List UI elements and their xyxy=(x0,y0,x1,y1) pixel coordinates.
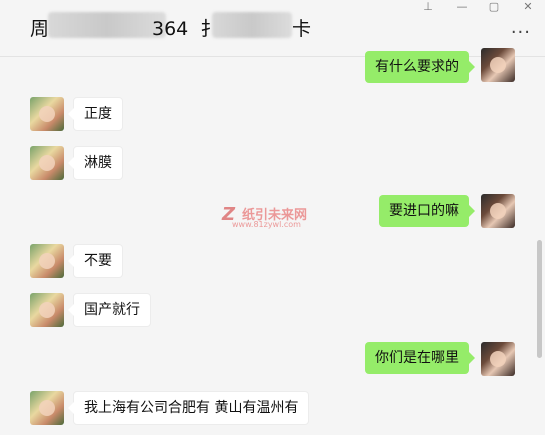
avatar[interactable] xyxy=(481,194,515,228)
watermark-url: www.81zywl.com xyxy=(232,220,301,229)
chat-title-part-2: 364 扌 xyxy=(152,18,220,40)
more-icon[interactable]: ··· xyxy=(511,22,531,43)
message-bubble-outgoing[interactable]: 有什么要求的 xyxy=(365,51,475,83)
message-bubble-incoming[interactable]: 不要 xyxy=(68,244,123,278)
chat-header: 周 364 扌 卡 ⊥ — ▢ ✕ ··· xyxy=(0,0,545,57)
close-icon[interactable]: ✕ xyxy=(518,0,538,13)
message-bubble-incoming[interactable]: 淋膜 xyxy=(68,146,123,180)
chat-title-part-1: 周 xyxy=(30,18,50,40)
chat-title-part-3: 卡 xyxy=(292,18,312,40)
avatar[interactable] xyxy=(30,293,64,327)
message-bubble-incoming[interactable]: 我上海有公司合肥有 黄山有温州有 xyxy=(67,391,310,425)
message-bubble-incoming[interactable]: 正度 xyxy=(68,97,123,131)
avatar[interactable] xyxy=(30,146,64,180)
minimize-icon[interactable]: — xyxy=(452,0,472,13)
redacted-name-block xyxy=(212,12,292,38)
scrollbar[interactable] xyxy=(537,240,542,358)
avatar[interactable] xyxy=(481,342,515,376)
avatar[interactable] xyxy=(481,48,515,82)
avatar[interactable] xyxy=(30,391,64,425)
pin-icon[interactable]: ⊥ xyxy=(418,0,438,13)
message-bubble-incoming[interactable]: 国产就行 xyxy=(68,293,151,327)
redacted-name-block xyxy=(48,12,166,38)
message-bubble-outgoing[interactable]: 你们是在哪里 xyxy=(365,342,475,374)
avatar[interactable] xyxy=(30,244,64,278)
avatar[interactable] xyxy=(30,97,64,131)
message-bubble-outgoing[interactable]: 要进口的嘛 xyxy=(379,195,475,227)
maximize-icon[interactable]: ▢ xyxy=(484,0,504,13)
